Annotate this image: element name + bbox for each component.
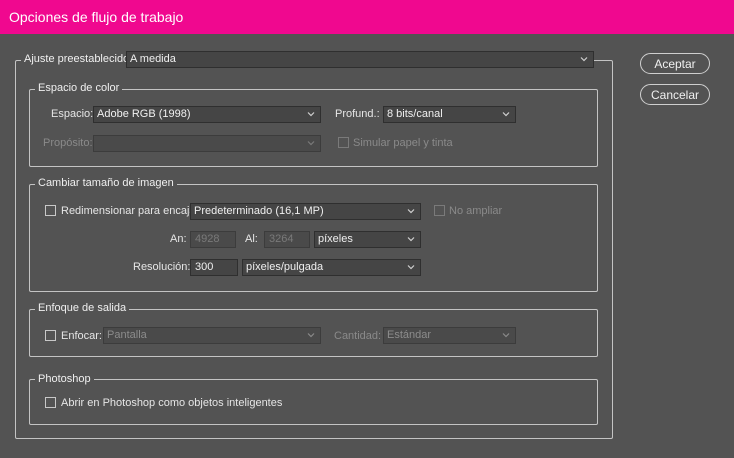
color-space-legend: Espacio de color xyxy=(35,82,123,95)
photoshop-legend: Photoshop xyxy=(35,373,94,386)
chevron-down-icon xyxy=(502,331,510,339)
resolution-label: Resolución: xyxy=(133,261,191,273)
no-enlarge-checkbox[interactable] xyxy=(434,205,445,216)
amount-select[interactable]: Estándar xyxy=(383,327,516,344)
chevron-down-icon xyxy=(307,139,315,147)
space-select[interactable]: Adobe RGB (1998) xyxy=(93,106,321,123)
smart-objects-label: Abrir en Photoshop como objetos intelige… xyxy=(61,397,283,409)
chevron-down-icon xyxy=(580,55,588,63)
depth-label: Profund.: xyxy=(335,108,380,120)
chevron-down-icon xyxy=(307,110,315,118)
sharpen-value: Pantalla xyxy=(107,329,147,341)
dimension-unit-select[interactable]: píxeles xyxy=(314,231,421,248)
sharpen-label: Enfocar: xyxy=(61,330,102,342)
chevron-down-icon xyxy=(307,331,315,339)
height-label: Al: xyxy=(245,233,258,245)
resize-fit-value: Predeterminado (16,1 MP) xyxy=(194,205,324,217)
space-label: Espacio: xyxy=(51,108,94,120)
sharpen-select[interactable]: Pantalla xyxy=(103,327,321,344)
resize-fit-select[interactable]: Predeterminado (16,1 MP) xyxy=(190,203,421,220)
accept-button[interactable]: Aceptar xyxy=(640,53,710,74)
depth-select[interactable]: 8 bits/canal xyxy=(383,106,516,123)
width-input[interactable]: 4928 xyxy=(190,231,236,248)
chevron-down-icon xyxy=(407,263,415,271)
intent-select[interactable] xyxy=(93,135,321,152)
resolution-unit-select[interactable]: píxeles/pulgada xyxy=(242,259,421,276)
sharpen-checkbox[interactable] xyxy=(45,330,56,341)
preset-label: Ajuste preestablecido: xyxy=(21,53,136,66)
dimension-unit-value: píxeles xyxy=(318,233,353,245)
resolution-unit-value: píxeles/pulgada xyxy=(246,261,324,273)
resize-legend: Cambiar tamaño de imagen xyxy=(35,177,177,190)
preset-value: A medida xyxy=(130,53,176,65)
depth-value: 8 bits/canal xyxy=(387,108,443,120)
preset-select[interactable]: A medida xyxy=(126,51,594,68)
chevron-down-icon xyxy=(407,207,415,215)
window-title: Opciones de flujo de trabajo xyxy=(9,9,184,25)
resolution-input[interactable]: 300 xyxy=(190,259,238,276)
simulate-paper-checkbox[interactable] xyxy=(338,137,349,148)
cancel-button[interactable]: Cancelar xyxy=(640,84,710,105)
amount-label: Cantidad: xyxy=(334,330,382,342)
space-value: Adobe RGB (1998) xyxy=(97,108,191,120)
title-bar: Opciones de flujo de trabajo xyxy=(0,0,734,34)
chevron-down-icon xyxy=(502,110,510,118)
height-input[interactable]: 3264 xyxy=(264,231,310,248)
no-enlarge-label: No ampliar xyxy=(449,205,503,217)
sharpen-legend: Enfoque de salida xyxy=(35,302,130,315)
resize-fit-label: Redimensionar para encajar: xyxy=(61,205,203,217)
color-space-group xyxy=(29,89,598,167)
intent-label: Propósito: xyxy=(43,137,93,149)
chevron-down-icon xyxy=(407,235,415,243)
resize-fit-checkbox[interactable] xyxy=(45,205,56,216)
width-label: An: xyxy=(170,233,187,245)
simulate-paper-label: Simular papel y tinta xyxy=(353,137,453,149)
smart-objects-checkbox[interactable] xyxy=(45,397,56,408)
amount-value: Estándar xyxy=(387,329,432,341)
